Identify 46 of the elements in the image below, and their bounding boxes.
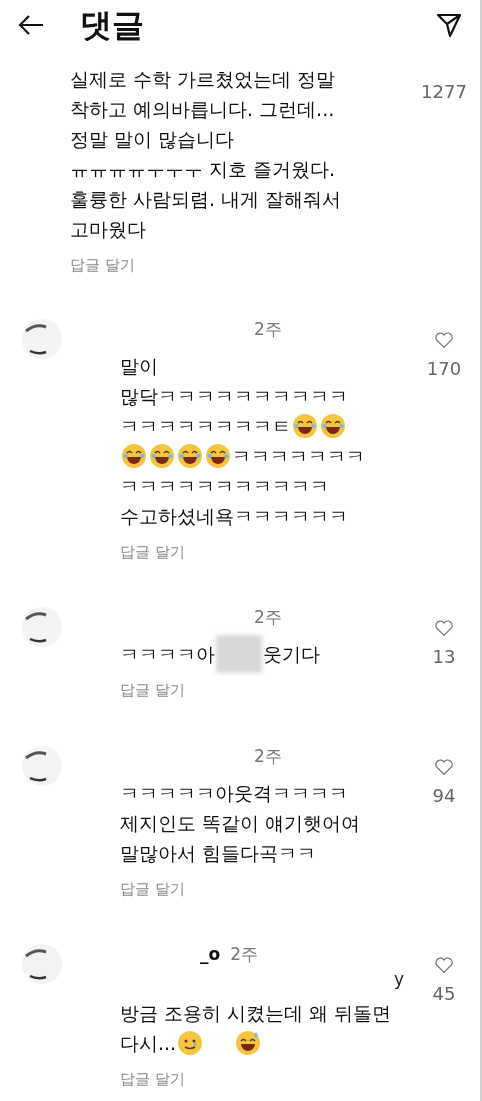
comment-text: ㅋㅋㅋㅋㅋㅋㅋ <box>232 443 365 469</box>
heart-icon[interactable] <box>434 956 454 974</box>
reply-link[interactable]: 답글 달기 <box>120 540 185 563</box>
time-ago: 2주 <box>230 943 258 967</box>
comment-text: 방금 조용히 시켰는데 왜 뒤돌면 <box>120 1001 392 1026</box>
comment-text: 웃기다 <box>263 642 320 667</box>
avatar <box>20 605 64 649</box>
comment-text: ㅋㅋㅋㅋㅋㅋㅋㅋㅋㅋㅋ <box>120 473 329 499</box>
like-count: 1277 <box>421 80 467 104</box>
like-count: 94 <box>432 783 456 808</box>
reply-link[interactable]: 답글 달기 <box>120 679 185 702</box>
comment-text: 다시... <box>120 1031 177 1056</box>
comment-text: 말이 <box>120 353 158 379</box>
time-ago: 2주 <box>254 606 282 630</box>
comment-text: 많닥ㅋㅋㅋㅋㅋㅋㅋㅋㅋㅋ <box>120 383 348 409</box>
comment-text: 말많아서 힘들다곡ㅋㅋ <box>120 840 317 866</box>
reply-link[interactable]: 답글 달기 <box>120 877 185 900</box>
page-title: 댓글 <box>80 9 144 41</box>
comment-text: 실제로 수학 가르쳤었는데 정말 <box>70 67 336 92</box>
comment-text: 제지인도 똑같이 얘기햇어여 <box>120 810 361 836</box>
comment-text: 정말 말이 많습니다 <box>70 127 235 152</box>
like-count: 170 <box>426 356 462 381</box>
reply-link[interactable]: 답글 달기 <box>70 254 135 277</box>
time-ago: 2주 <box>254 744 282 768</box>
username-fragment: y <box>393 968 404 990</box>
comment-text: ㅠㅠㅠㅠㅜㅜㅜ 지호 즐거웠다. <box>70 157 336 182</box>
reply-link[interactable]: 답글 달기 <box>120 1068 185 1091</box>
comment-text: 착하고 예의바릅니다. 그런데... <box>70 97 335 122</box>
avatar <box>20 942 64 986</box>
comment-text: 훌륭한 사람되렴. 내게 잘해줘서 <box>70 187 342 212</box>
back-arrow-icon[interactable] <box>18 14 44 36</box>
time-ago: 2주 <box>254 317 282 341</box>
like-count: 45 <box>432 982 456 1006</box>
heart-icon[interactable] <box>434 757 454 776</box>
comment-text: ㅋㅋㅋㅋㅋ아웃격ㅋㅋㅋㅋ <box>120 780 348 806</box>
like-count: 13 <box>432 645 456 669</box>
heart-icon[interactable] <box>434 330 454 349</box>
comment-text: 고마웠다 <box>70 217 146 242</box>
send-icon[interactable] <box>436 12 462 38</box>
comment-text: ㅋㅋㅋㅋ아 <box>120 642 215 667</box>
avatar <box>20 743 64 788</box>
heart-icon[interactable] <box>434 619 454 637</box>
username[interactable]: _o <box>200 942 221 968</box>
avatar <box>20 316 64 361</box>
comment-text: ㅋㅋㅋㅋㅋㅋㅋㅋㅌ <box>120 413 291 439</box>
comment-text: 수고하셨네욕ㅋㅋㅋㅋㅋㅋ <box>120 503 348 529</box>
